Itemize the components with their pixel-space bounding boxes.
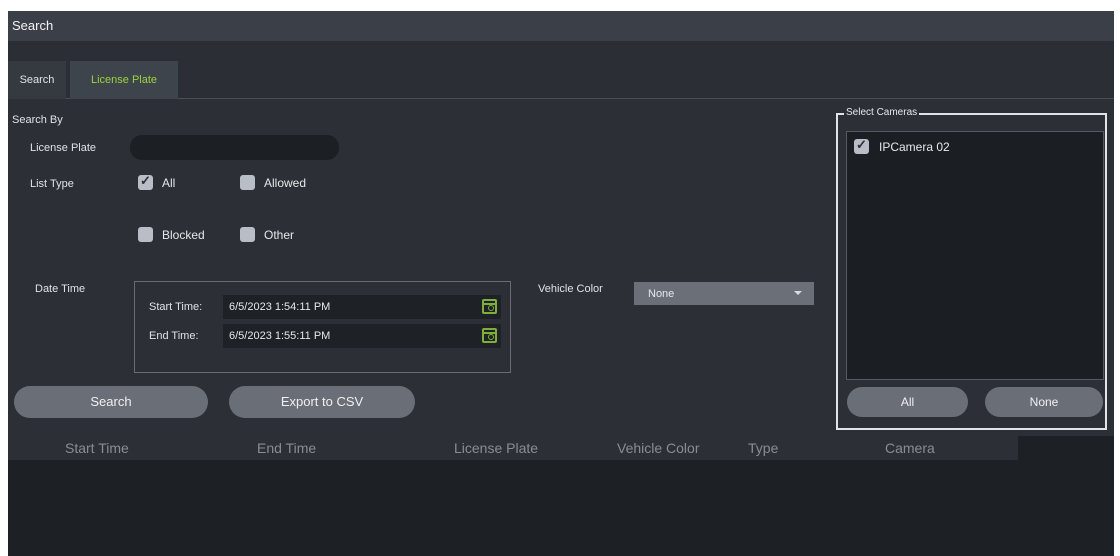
select-cameras-group: Select Cameras IPCamera 02 All None (836, 107, 1107, 430)
list-type-other-checkbox[interactable]: Other (240, 227, 294, 242)
list-type-all-checkbox[interactable]: All (138, 173, 176, 190)
start-time-value: 6/5/2023 1:54:11 PM (229, 301, 331, 313)
search-button[interactable]: Search (14, 386, 208, 418)
end-time-value: 6/5/2023 1:55:11 PM (229, 330, 331, 342)
column-header-vehicle-color[interactable]: Vehicle Color (617, 440, 700, 456)
date-time-group: Start Time: 6/5/2023 1:54:11 PM End Time… (134, 281, 511, 373)
vehicle-color-value: None (648, 288, 675, 300)
chevron-down-icon (794, 291, 802, 295)
calendar-icon[interactable] (482, 299, 497, 314)
select-cameras-legend: Select Cameras (844, 107, 920, 118)
list-type-allowed-checkbox[interactable]: Allowed (240, 175, 306, 190)
start-time-row: Start Time: 6/5/2023 1:54:11 PM (135, 295, 510, 319)
column-header-start-time[interactable]: Start Time (65, 440, 129, 456)
end-time-field[interactable]: 6/5/2023 1:55:11 PM (223, 324, 501, 348)
checkbox-label: All (162, 175, 176, 190)
license-plate-label: License Plate (30, 142, 97, 154)
tab-license-plate[interactable]: License Plate (70, 61, 178, 99)
title-bar: Search (8, 11, 1114, 41)
export-csv-button[interactable]: Export to CSV (229, 386, 415, 418)
start-time-field[interactable]: 6/5/2023 1:54:11 PM (223, 295, 501, 319)
license-plate-input[interactable] (130, 135, 339, 160)
camera-list[interactable]: IPCamera 02 (846, 131, 1104, 380)
date-time-label: Date Time (35, 283, 86, 295)
list-type-blocked-checkbox[interactable]: Blocked (138, 227, 205, 242)
tab-strip: Search License Plate (8, 41, 1114, 99)
checkbox-icon (138, 173, 153, 190)
start-time-label: Start Time: (149, 301, 203, 313)
window-title: Search (12, 18, 54, 33)
camera-label: IPCamera 02 (879, 139, 950, 154)
select-none-cameras-button[interactable]: None (985, 387, 1103, 417)
column-header-type[interactable]: Type (748, 440, 778, 456)
vehicle-color-select[interactable]: None (634, 282, 814, 305)
camera-item-ipcamera-02[interactable]: IPCamera 02 (854, 137, 950, 154)
select-all-cameras-button[interactable]: All (847, 387, 968, 417)
checkbox-icon (240, 227, 255, 242)
checkbox-icon (854, 137, 869, 154)
column-header-license-plate[interactable]: License Plate (454, 440, 538, 456)
results-table-header: Start Time End Time License Plate Vehicl… (8, 436, 1018, 460)
results-table: Start Time End Time License Plate Vehicl… (8, 436, 1114, 556)
checkbox-label: Allowed (264, 175, 307, 190)
vehicle-color-label: Vehicle Color (538, 283, 603, 295)
checkbox-label: Other (264, 227, 295, 242)
column-header-end-time[interactable]: End Time (257, 440, 316, 456)
license-plate-search-window: Search Search License Plate Search By Li… (8, 11, 1114, 556)
search-by-heading: Search By (12, 114, 63, 126)
calendar-icon[interactable] (482, 328, 497, 343)
end-time-label: End Time: (149, 330, 199, 342)
checkbox-label: Blocked (162, 227, 205, 242)
list-type-label: List Type (30, 178, 74, 190)
checkbox-icon (240, 175, 255, 190)
end-time-row: End Time: 6/5/2023 1:55:11 PM (135, 324, 510, 348)
checkbox-icon (138, 227, 153, 242)
tab-search[interactable]: Search (8, 61, 66, 99)
column-header-camera[interactable]: Camera (885, 440, 935, 456)
